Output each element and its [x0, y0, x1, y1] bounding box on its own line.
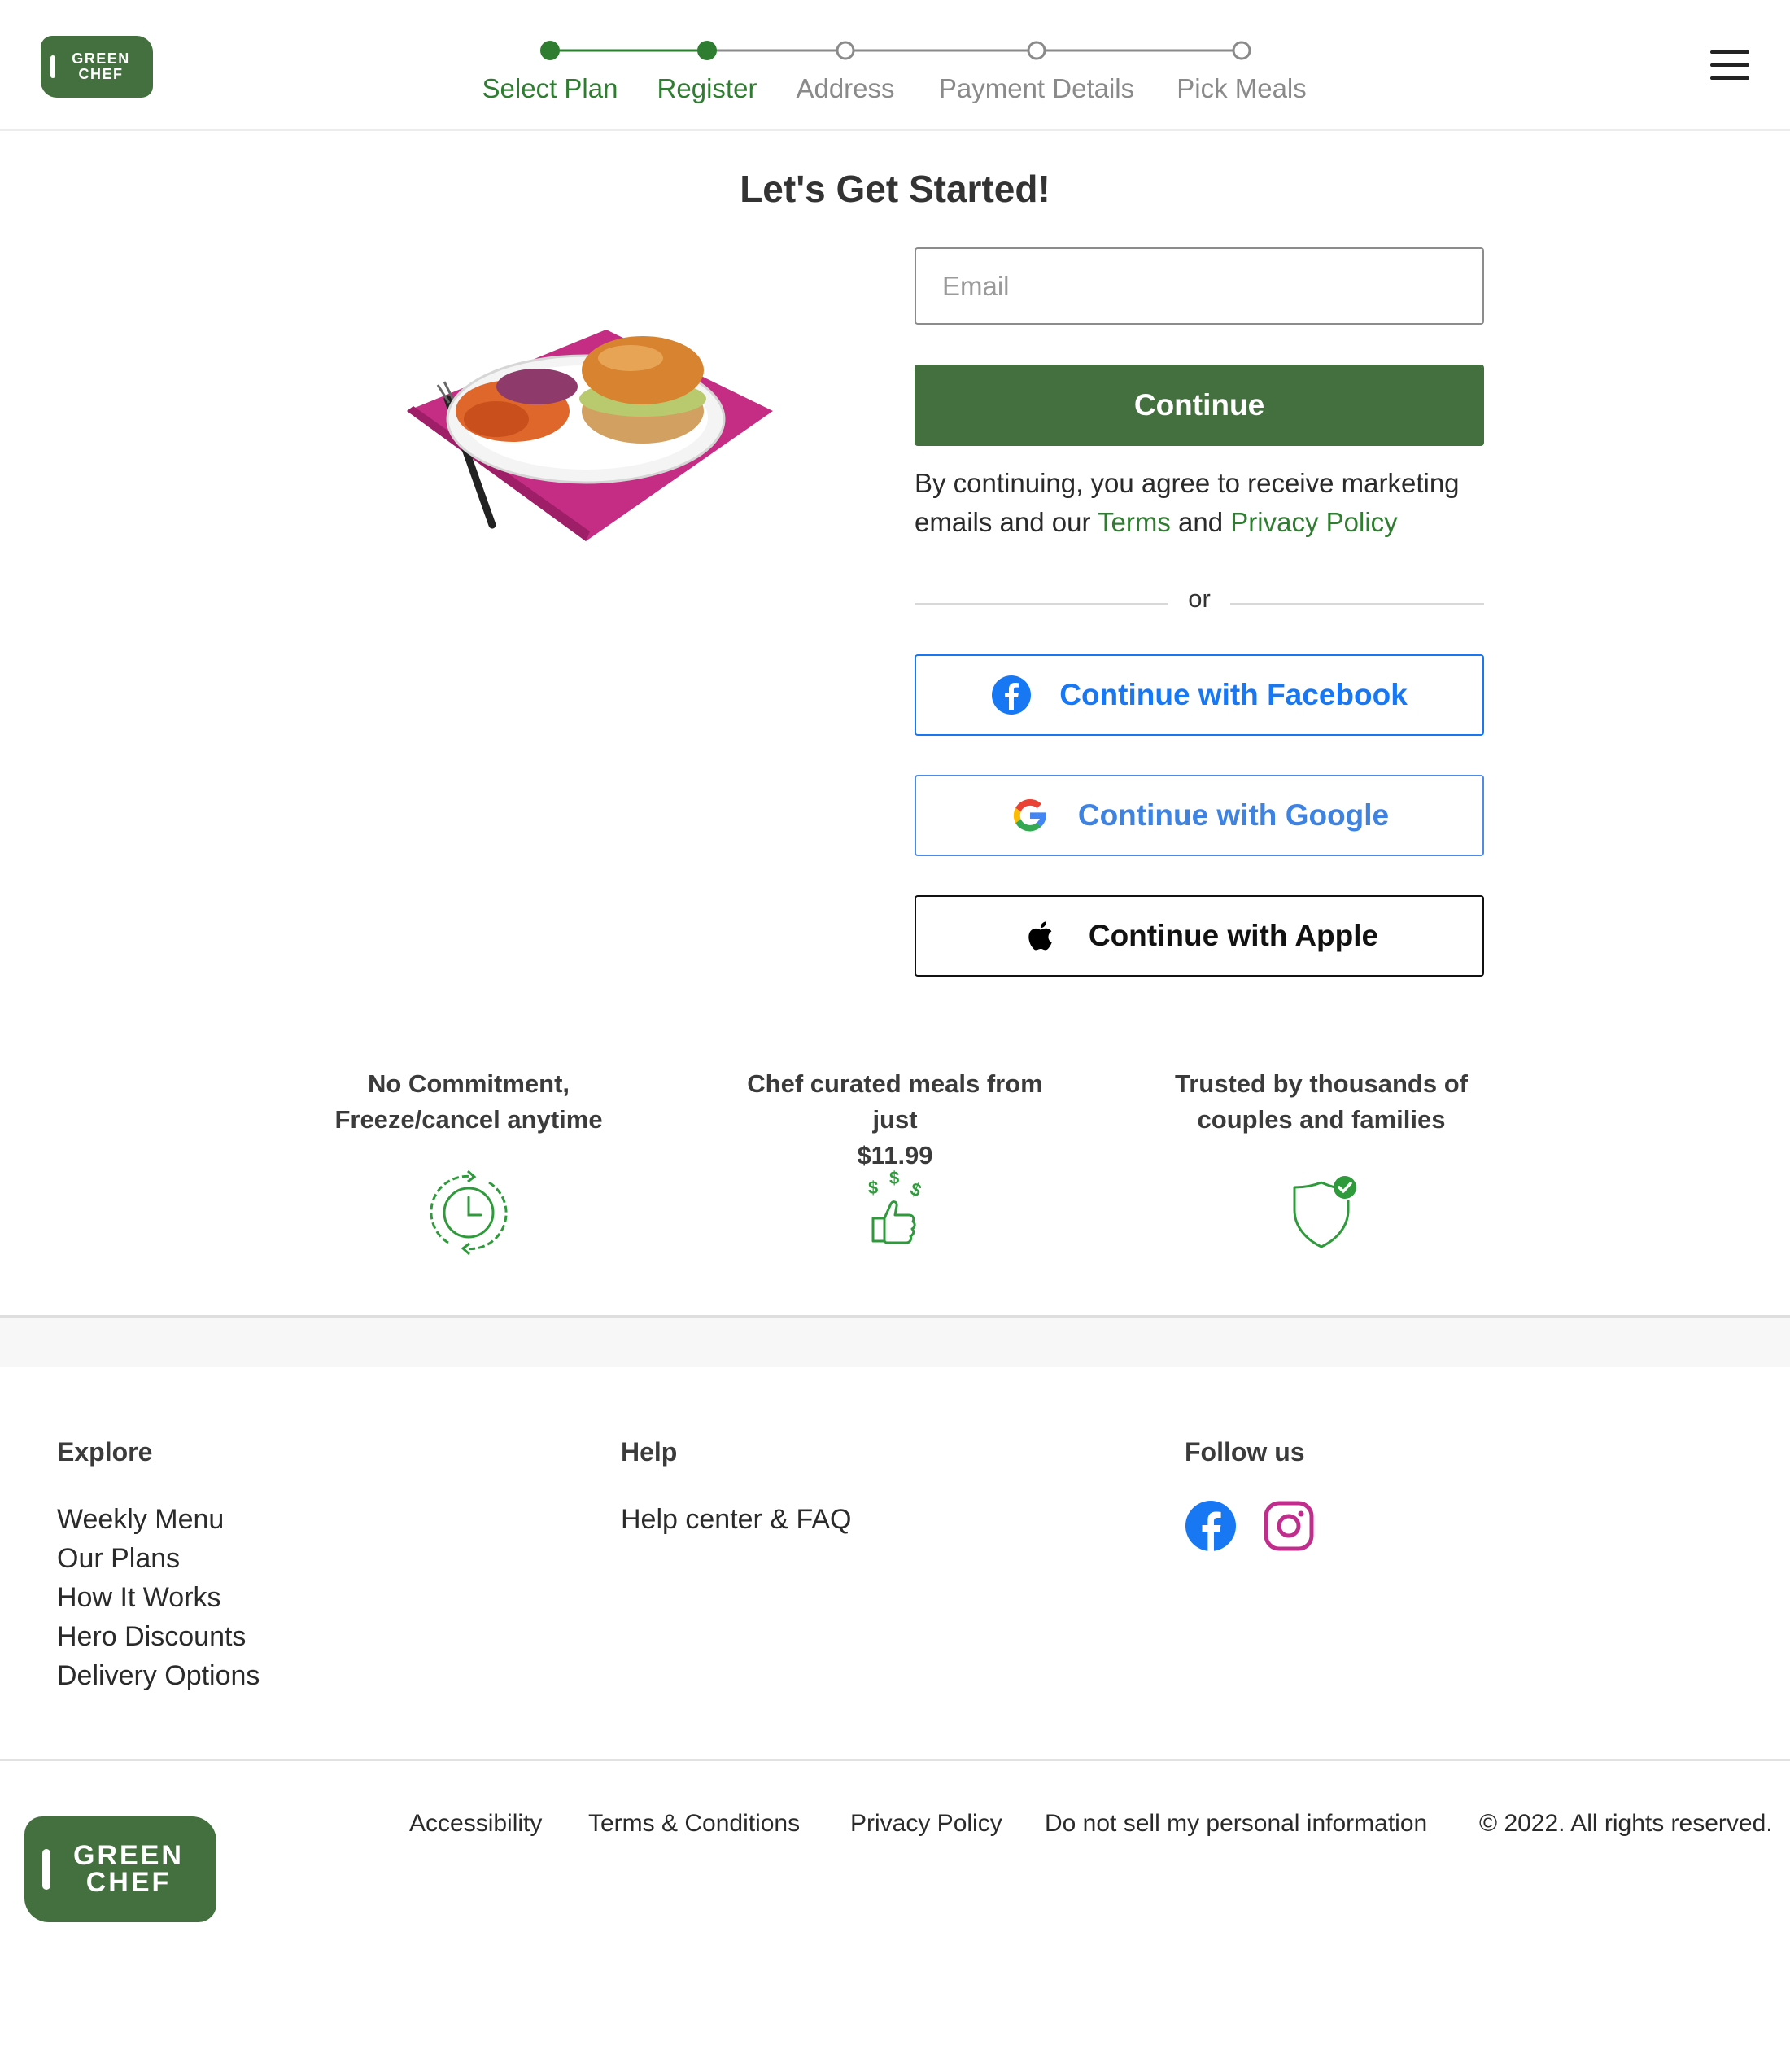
step-dot-address	[836, 41, 855, 60]
privacy-policy-link[interactable]: Privacy Policy	[1230, 507, 1397, 537]
email-input[interactable]	[915, 247, 1484, 325]
bun-highlight	[598, 345, 663, 371]
footer-link-how-it-works[interactable]: How It Works	[57, 1578, 260, 1617]
page-title: Let's Get Started!	[740, 168, 1050, 210]
step-dot-pick-meals	[1232, 41, 1251, 60]
continue-with-apple-button[interactable]: Continue with Apple	[915, 895, 1484, 977]
green-chef-logo-footer[interactable]: GREEN CHEF	[24, 1816, 216, 1922]
svg-text:$: $	[908, 1178, 924, 1201]
footer-link-weekly-menu[interactable]: Weekly Menu	[57, 1500, 260, 1539]
thumbs-up-dollar-icon: $ $ $	[868, 1168, 924, 1244]
instagram-icon[interactable]	[1263, 1500, 1315, 1552]
menu-line	[1710, 76, 1749, 80]
slaw	[496, 369, 578, 404]
footer-help-links: Help center & FAQ	[621, 1500, 851, 1539]
fries-shadow	[464, 401, 529, 437]
stepper-track	[540, 41, 1251, 60]
clock-refresh-icon	[430, 1169, 508, 1256]
copyright-text: © 2022. All rights reserved.	[1479, 1810, 1773, 1837]
footer-link-terms-conditions[interactable]: Terms & Conditions	[588, 1810, 800, 1838]
footer-link-hero-discounts[interactable]: Hero Discounts	[57, 1617, 260, 1656]
footer-link-delivery-options[interactable]: Delivery Options	[57, 1656, 260, 1695]
footer-link-help-center[interactable]: Help center & FAQ	[621, 1500, 851, 1539]
svg-text:$: $	[868, 1178, 878, 1198]
footer-link-our-plans[interactable]: Our Plans	[57, 1539, 260, 1578]
footer-heading-help: Help	[621, 1437, 678, 1467]
logo-bar	[42, 1849, 50, 1890]
apple-icon	[1028, 921, 1052, 951]
footer-link-do-not-sell[interactable]: Do not sell my personal information	[1045, 1810, 1427, 1838]
footer-explore-links: Weekly Menu Our Plans How It Works Hero …	[57, 1500, 260, 1695]
or-separator: or	[1188, 584, 1211, 613]
facebook-icon[interactable]	[1185, 1500, 1237, 1552]
continue-button[interactable]: Continue	[915, 365, 1484, 446]
footer-heading-follow-us: Follow us	[1185, 1437, 1305, 1467]
footer-link-privacy-policy[interactable]: Privacy Policy	[850, 1810, 1002, 1838]
feature-no-commitment: No Commitment, Freeze/cancel anytime	[334, 1069, 603, 1134]
step-label-payment-details: Payment Details	[938, 73, 1135, 103]
step-label-pick-meals: Pick Meals	[1177, 73, 1307, 103]
feature-meal-price: Chef curated meals from just $11.99	[747, 1069, 1043, 1169]
menu-line	[1710, 63, 1749, 67]
step-dot-register	[697, 41, 717, 60]
footer-heading-explore: Explore	[57, 1437, 153, 1467]
bottom-divider	[0, 1759, 1790, 1761]
step-label-register: Register	[657, 73, 757, 103]
consent-text: By continuing, you agree to receive mark…	[915, 468, 1460, 537]
shield-check-icon	[1293, 1176, 1356, 1248]
google-icon	[1013, 798, 1046, 832]
continue-with-google-button[interactable]: Continue with Google	[915, 775, 1484, 856]
footer-link-accessibility[interactable]: Accessibility	[409, 1810, 542, 1838]
feature-trusted: Trusted by thousands of couples and fami…	[1175, 1069, 1468, 1134]
menu-line	[1710, 50, 1749, 54]
logo-text: GREEN CHEF	[73, 1840, 184, 1898]
step-label-select-plan[interactable]: Select Plan	[482, 73, 618, 104]
hamburger-menu-icon[interactable]	[1705, 46, 1754, 85]
checkout-stepper: Select Plan Register Address Payment Det…	[0, 0, 1790, 130]
facebook-icon	[992, 675, 1032, 715]
terms-link[interactable]: Terms	[1098, 507, 1171, 537]
top-header: GREEN CHEF Select Plan Register Address …	[0, 0, 1790, 131]
svg-text:$: $	[889, 1168, 899, 1188]
footer-band	[0, 1318, 1790, 1367]
step-dot-select-plan	[540, 41, 560, 60]
meal-plate-image	[407, 330, 773, 541]
step-label-address: Address	[796, 73, 895, 103]
step-dot-payment	[1027, 41, 1046, 60]
continue-with-facebook-button[interactable]: Continue with Facebook	[915, 654, 1484, 736]
